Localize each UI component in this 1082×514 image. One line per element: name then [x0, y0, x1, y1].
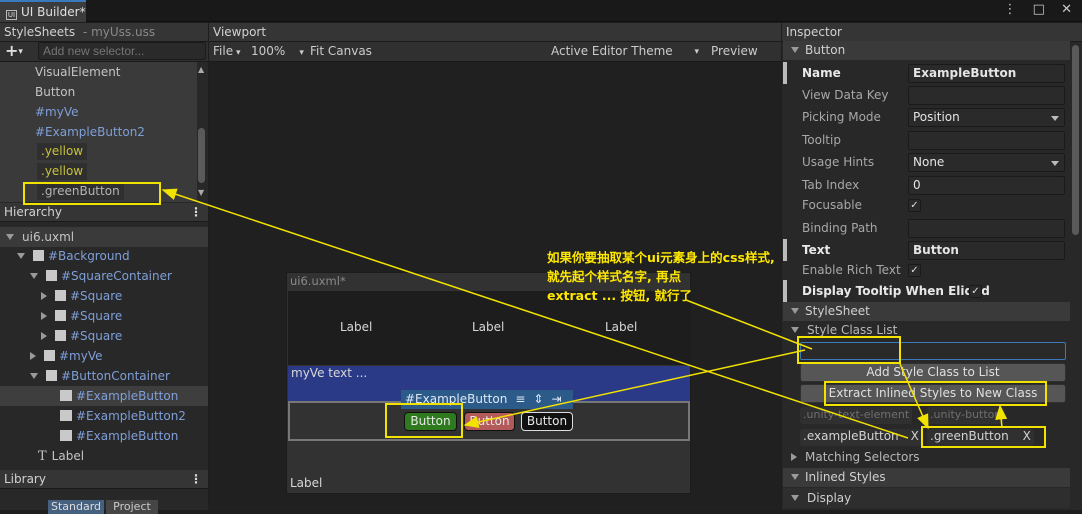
annotation-line: 就先起个样式名字, 再点: [547, 269, 682, 284]
arrow-from-text: [685, 299, 813, 350]
annotation-text: 如果你要抽取某个ui元素身上的css样式, 就先起个样式名字, 再点 extra…: [547, 248, 775, 305]
annotation-line: extract ... 按钮, 就行了: [547, 288, 693, 303]
annotation-arrows: [161, 188, 1008, 439]
annotation-line: 如果你要抽取某个ui元素身上的css样式,: [547, 250, 775, 265]
arrow-to-class: [899, 363, 929, 430]
arrow-to-extract: [995, 404, 1008, 429]
arrow-to-selector: [161, 188, 909, 439]
